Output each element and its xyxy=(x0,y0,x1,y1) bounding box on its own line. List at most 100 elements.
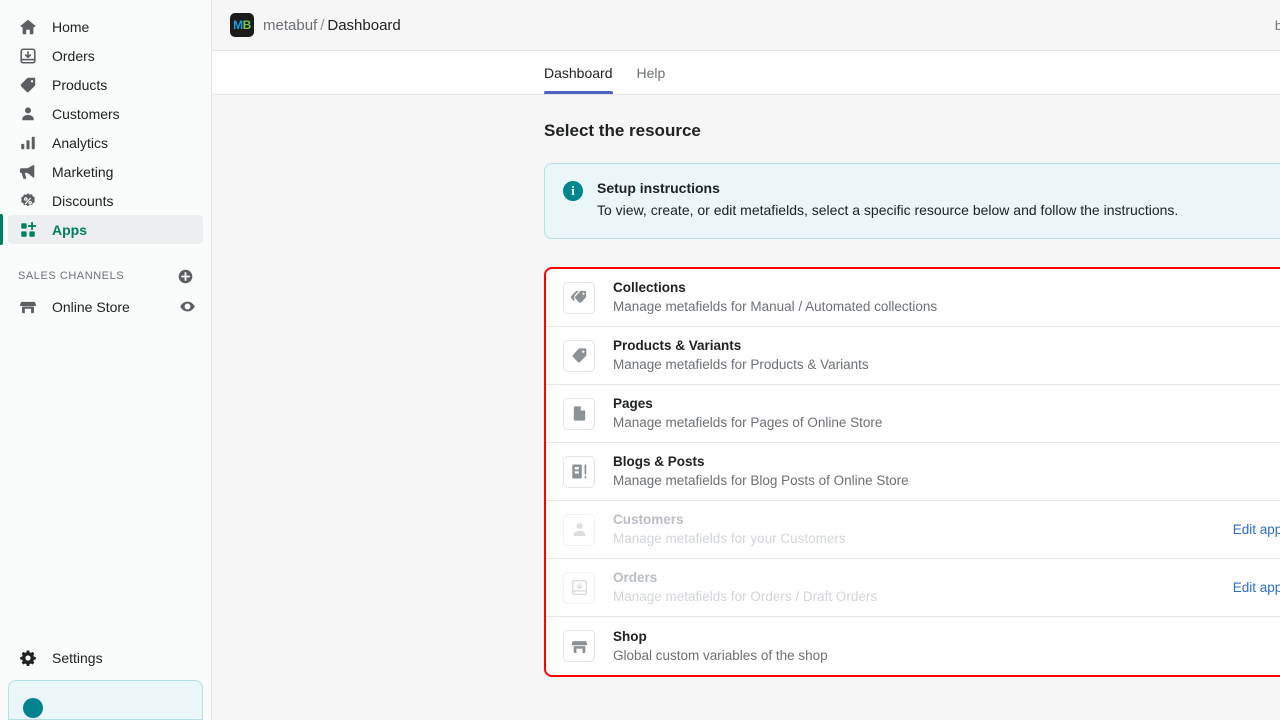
sales-channels-label: SALES CHANNELS xyxy=(18,270,124,282)
resource-desc: Manage metafields for Orders / Draft Ord… xyxy=(613,589,877,605)
eye-icon[interactable] xyxy=(177,297,197,317)
resource-name: Shop xyxy=(613,629,828,645)
resource-row-customers: Customers Manage metafields for your Cus… xyxy=(546,501,1280,559)
banner-body: To view, create, or edit metafields, sel… xyxy=(597,200,1178,220)
banner-text: Setup instructions To view, create, or e… xyxy=(597,180,1178,220)
apps-grid-plus-icon xyxy=(18,220,38,240)
resource-row-pages[interactable]: Pages Manage metafields for Pages of Onl… xyxy=(546,385,1280,443)
person-icon xyxy=(563,514,595,546)
edit-app-permissions-link[interactable]: Edit app permissions xyxy=(1233,522,1280,537)
app-topbar: MB metabuf/Dashboard by BP&IT MSD xyxy=(212,0,1280,51)
person-icon xyxy=(18,104,38,124)
page-content: Select the resource i Setup instructions… xyxy=(212,95,1280,720)
product-tag-icon xyxy=(18,75,38,95)
resource-name: Products & Variants xyxy=(613,338,869,354)
sidebar-item-label: Products xyxy=(52,78,107,92)
sidebar-item-label: Home xyxy=(52,20,89,34)
storefront-icon xyxy=(563,630,595,662)
tab-dashboard[interactable]: Dashboard xyxy=(544,51,613,94)
tab-bar: Dashboard Help roavusa xyxy=(212,51,1280,95)
sidebar-item-orders[interactable]: Orders xyxy=(8,41,203,70)
app-root: Home Orders Products Customers xyxy=(0,0,1280,720)
resource-desc: Manage metafields for your Customers xyxy=(613,531,846,547)
breadcrumb-current: Dashboard xyxy=(327,17,400,34)
sidebar-item-label: Analytics xyxy=(52,136,108,150)
sidebar-spacer xyxy=(0,321,211,643)
resource-row-products-variants[interactable]: Products & Variants Manage metafields fo… xyxy=(546,327,1280,385)
resource-desc: Manage metafields for Manual / Automated… xyxy=(613,299,937,315)
sidebar-item-label: Marketing xyxy=(52,165,113,179)
resource-text: Collections Manage metafields for Manual… xyxy=(613,280,937,315)
sidebar-item-online-store[interactable]: Online Store xyxy=(8,292,203,321)
tab-label: Dashboard xyxy=(544,65,613,81)
resource-row-orders: Orders Manage metafields for Orders / Dr… xyxy=(546,559,1280,617)
sidebar-footer: Settings xyxy=(0,643,211,720)
collections-tags-icon xyxy=(563,282,595,314)
megaphone-icon xyxy=(18,162,38,182)
sidebar-item-settings[interactable]: Settings xyxy=(8,643,203,672)
resource-name: Blogs & Posts xyxy=(613,454,909,470)
sidebar-item-label: Settings xyxy=(52,651,103,665)
setup-instructions-banner: i Setup instructions To view, create, or… xyxy=(544,163,1280,239)
resource-name: Customers xyxy=(613,512,846,528)
bar-chart-icon xyxy=(18,133,38,153)
resource-list-card: Collections Manage metafields for Manual… xyxy=(544,267,1280,677)
product-tag-icon xyxy=(563,340,595,372)
edit-app-permissions-link[interactable]: Edit app permissions xyxy=(1233,580,1280,595)
sidebar-item-label: Apps xyxy=(52,223,87,237)
discount-badge-icon xyxy=(18,191,38,211)
sidebar-item-label: Customers xyxy=(52,107,120,121)
sidebar-item-marketing[interactable]: Marketing xyxy=(8,157,203,186)
blog-post-icon xyxy=(563,456,595,488)
sidebar-item-products[interactable]: Products xyxy=(8,70,203,99)
resource-desc: Manage metafields for Pages of Online St… xyxy=(613,415,882,431)
resource-desc: Global custom variables of the shop xyxy=(613,648,828,664)
resource-row-collections[interactable]: Collections Manage metafields for Manual… xyxy=(546,269,1280,327)
breadcrumb-separator: / xyxy=(320,17,324,34)
promo-icon xyxy=(23,698,43,718)
resource-row-shop[interactable]: Shop Global custom variables of the shop xyxy=(546,617,1280,675)
app-byline: by BP&IT MSD xyxy=(1275,18,1280,33)
resource-text: Blogs & Posts Manage metafields for Blog… xyxy=(613,454,909,489)
sidebar-item-label: Discounts xyxy=(52,194,113,208)
sales-channels-section-header: SALES CHANNELS xyxy=(18,266,195,286)
sidebar-item-discounts[interactable]: Discounts xyxy=(8,186,203,215)
resource-desc: Manage metafields for Products & Variant… xyxy=(613,357,869,373)
sidebar-item-analytics[interactable]: Analytics xyxy=(8,128,203,157)
sidebar-nav: Home Orders Products Customers xyxy=(0,0,211,244)
sidebar-promo-card[interactable] xyxy=(8,680,203,720)
storefront-icon xyxy=(18,297,38,317)
resource-desc: Manage metafields for Blog Posts of Onli… xyxy=(613,473,909,489)
logo-letter-m: M xyxy=(233,19,243,31)
breadcrumb-text: metabuf/Dashboard xyxy=(263,17,401,34)
breadcrumb: MB metabuf/Dashboard xyxy=(230,13,401,37)
page-title: Select the resource xyxy=(544,121,1280,141)
app-logo: MB xyxy=(230,13,254,37)
orders-inbox-icon xyxy=(18,46,38,66)
sidebar-item-home[interactable]: Home xyxy=(8,12,203,41)
page-document-icon xyxy=(563,398,595,430)
sidebar-item-label: Orders xyxy=(52,49,95,63)
home-icon xyxy=(18,17,38,37)
banner-title: Setup instructions xyxy=(597,180,1178,196)
main-area: MB metabuf/Dashboard by BP&IT MSD Dashbo… xyxy=(212,0,1280,720)
orders-inbox-icon xyxy=(563,572,595,604)
resource-text: Orders Manage metafields for Orders / Dr… xyxy=(613,570,877,605)
breadcrumb-app-name[interactable]: metabuf xyxy=(263,17,317,34)
resource-row-blogs-posts[interactable]: Blogs & Posts Manage metafields for Blog… xyxy=(546,443,1280,501)
logo-letter-b: B xyxy=(243,19,251,31)
resource-name: Orders xyxy=(613,570,877,586)
sidebar-channel-label: Online Store xyxy=(52,300,130,314)
resource-name: Collections xyxy=(613,280,937,296)
tab-help[interactable]: Help xyxy=(637,51,666,94)
sidebar-item-apps[interactable]: Apps xyxy=(8,215,203,244)
resource-name: Pages xyxy=(613,396,882,412)
tab-label: Help xyxy=(637,65,666,81)
resource-text: Customers Manage metafields for your Cus… xyxy=(613,512,846,547)
resource-text: Pages Manage metafields for Pages of Onl… xyxy=(613,396,882,431)
sidebar-item-customers[interactable]: Customers xyxy=(8,99,203,128)
sidebar: Home Orders Products Customers xyxy=(0,0,212,720)
resource-text: Products & Variants Manage metafields fo… xyxy=(613,338,869,373)
plus-circle-icon[interactable] xyxy=(175,266,195,286)
info-circle-icon: i xyxy=(563,181,583,201)
